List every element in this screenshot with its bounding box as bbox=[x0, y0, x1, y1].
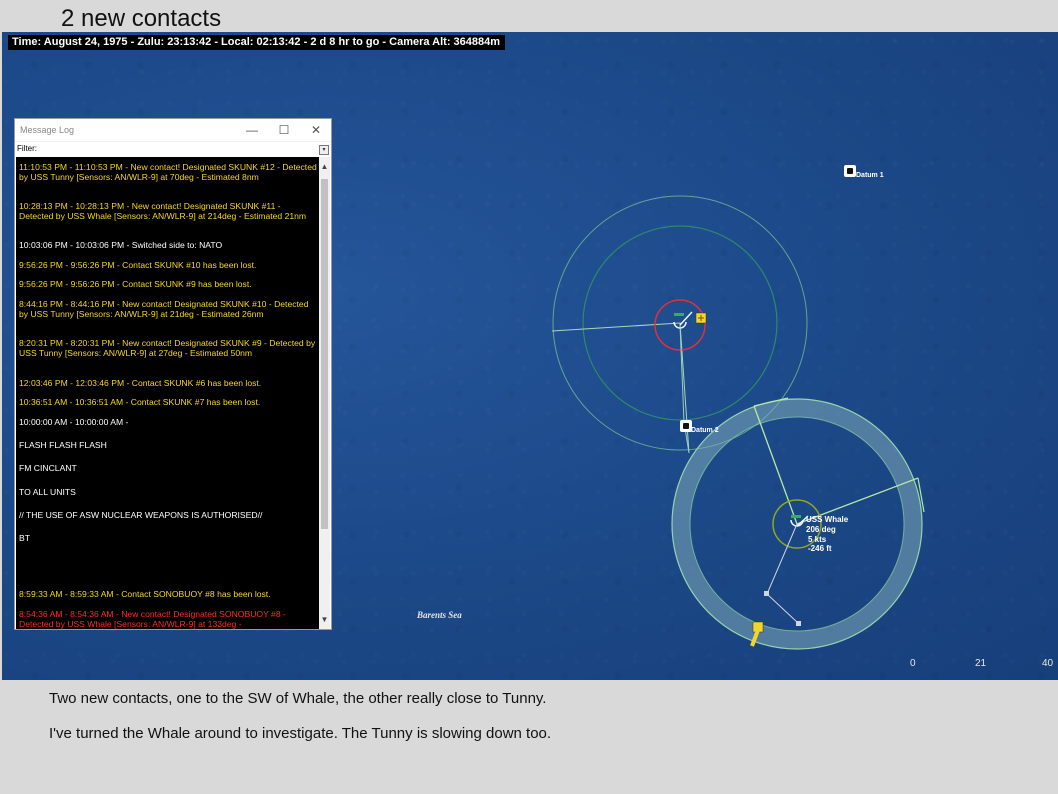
message-log-window[interactable]: Message Log — ☐ ✕ Filter: ▾ 11:10:53 PM … bbox=[14, 118, 332, 630]
message-log-title: Message Log bbox=[20, 125, 75, 135]
log-entry: 12:03:46 PM - 12:03:46 PM - Contact SKUN… bbox=[19, 378, 262, 388]
log-scrollbar[interactable]: ▲ ▼ bbox=[319, 157, 330, 629]
log-entry: 10:03:06 PM - 10:03:06 PM - Switched sid… bbox=[19, 240, 223, 250]
maximize-button[interactable]: ☐ bbox=[269, 121, 299, 139]
log-entry: 8:54:36 AM - 8:54:36 AM - New contact! D… bbox=[19, 609, 286, 629]
caption-paragraph-2: I've turned the Whale around to investig… bbox=[49, 725, 552, 742]
scroll-up-icon[interactable]: ▲ bbox=[319, 161, 330, 172]
log-entry: 8:59:33 AM - 8:59:33 AM - Contact SONOBU… bbox=[19, 589, 271, 599]
scale-21: 21 bbox=[975, 658, 987, 669]
whale-name-label[interactable]: USS Whale bbox=[806, 515, 848, 524]
scroll-down-icon[interactable]: ▼ bbox=[319, 614, 330, 625]
log-entry: 9:56:26 PM - 9:56:26 PM - Contact SKUNK … bbox=[19, 260, 257, 270]
barents-sea-label: Barents Sea bbox=[417, 610, 462, 620]
filter-label: Filter: bbox=[17, 144, 37, 153]
lock-icon bbox=[683, 423, 689, 429]
log-entry: 10:36:51 AM - 10:36:51 AM - Contact SKUN… bbox=[19, 397, 261, 407]
whale-speed-label: 5 kts bbox=[808, 535, 827, 544]
tunny-sector-cut bbox=[551, 322, 690, 454]
scale-40: 40 bbox=[1042, 658, 1054, 669]
log-entry: TO ALL UNITS bbox=[19, 487, 76, 497]
filter-dropdown-button[interactable]: ▾ bbox=[319, 145, 329, 155]
log-entry: 10:00:00 AM - 10:00:00 AM - bbox=[19, 417, 129, 427]
close-button[interactable]: ✕ bbox=[301, 121, 331, 139]
slide-title: 2 new contacts bbox=[61, 5, 222, 32]
message-log-titlebar[interactable]: Message Log — ☐ ✕ bbox=[15, 119, 331, 142]
log-entry: BT bbox=[19, 533, 30, 543]
log-entry: 9:56:26 PM - 9:56:26 PM - Contact SKUNK … bbox=[19, 279, 252, 289]
datum1-label: Datum 1 bbox=[856, 172, 884, 179]
datum2-label: Datum 2 bbox=[691, 427, 719, 434]
log-entry: FM CINCLANT bbox=[19, 463, 77, 473]
log-entry: 8:20:31 PM - 8:20:31 PM - New contact! D… bbox=[19, 338, 316, 358]
tunny-green-bar bbox=[674, 313, 684, 316]
message-log-body[interactable]: 11:10:53 PM - 11:10:53 PM - New contact!… bbox=[16, 157, 320, 629]
scale-0: 0 bbox=[910, 658, 916, 669]
lock-icon bbox=[847, 168, 853, 174]
filter-row: Filter: ▾ bbox=[15, 142, 331, 156]
log-entry: 8:44:16 PM - 8:44:16 PM - New contact! D… bbox=[19, 299, 309, 319]
log-entry: 11:10:53 PM - 11:10:53 PM - New contact!… bbox=[19, 162, 317, 182]
caption-paragraph-1: Two new contacts, one to the SW of Whale… bbox=[49, 690, 547, 707]
minimize-button[interactable]: — bbox=[237, 121, 267, 139]
whale-course-label: 206 deg bbox=[806, 525, 836, 534]
log-entry: FLASH FLASH FLASH bbox=[19, 440, 107, 450]
whale-depth-label: -246 ft bbox=[808, 544, 832, 553]
status-bar: Time: August 24, 1975 - Zulu: 23:13:42 -… bbox=[8, 35, 506, 50]
log-entry: // THE USE OF ASW NUCLEAR WEAPONS IS AUT… bbox=[19, 510, 263, 520]
scroll-thumb[interactable] bbox=[321, 179, 328, 529]
log-entry: 10:28:13 PM - 10:28:13 PM - New contact!… bbox=[19, 201, 307, 221]
whale-track bbox=[766, 523, 799, 624]
